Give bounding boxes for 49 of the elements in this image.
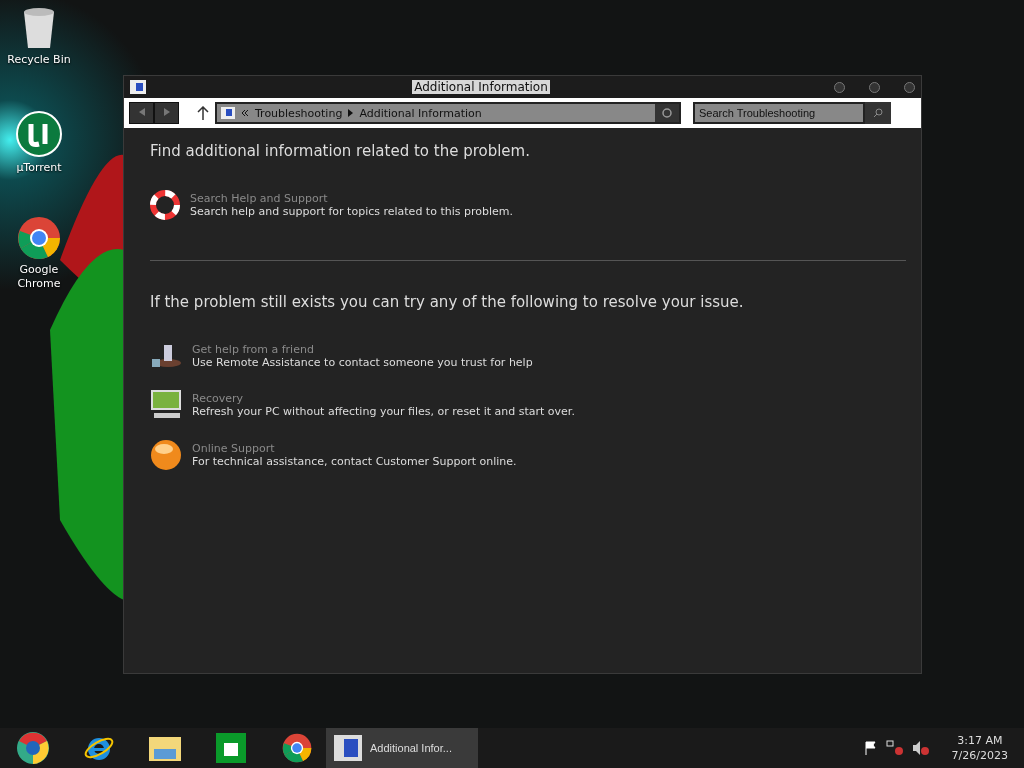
torrent-logo-icon[interactable] xyxy=(15,110,63,158)
up-arrow-icon[interactable] xyxy=(197,106,209,120)
back-button[interactable] xyxy=(129,102,154,124)
search-field[interactable]: Search Troubleshooting xyxy=(693,102,865,124)
refresh-icon xyxy=(662,108,672,118)
search-icon xyxy=(873,108,883,118)
chevrons-icon xyxy=(241,109,249,117)
globe-icon xyxy=(150,439,182,471)
store-icon[interactable] xyxy=(216,733,246,763)
item-title-link[interactable]: Search Help and Support xyxy=(190,192,513,205)
monitor-icon xyxy=(150,389,182,421)
window-control[interactable] xyxy=(834,81,845,93)
window-control[interactable] xyxy=(869,81,880,93)
lifebuoy-icon xyxy=(150,190,180,220)
breadcrumb[interactable]: Troubleshooting xyxy=(255,106,343,120)
item-title-link[interactable]: Recovery xyxy=(192,392,575,405)
item-description: Search help and support for topics related to this problem. xyxy=(190,205,513,218)
item-description: Refresh your PC without affecting your files, or reset it and start over. xyxy=(192,405,575,418)
clock[interactable]: 3:17 AM 7/26/2023 xyxy=(951,733,1008,763)
speaker-icon[interactable] xyxy=(911,740,930,756)
forward-button[interactable] xyxy=(154,102,179,124)
address-bar[interactable]: Troubleshooting Additional Information xyxy=(215,102,681,124)
refresh-button[interactable] xyxy=(655,104,679,122)
app-icon xyxy=(130,80,146,94)
search-button[interactable] xyxy=(865,102,891,124)
item-description: For technical assistance, contact Customer Support online. xyxy=(192,455,517,468)
chromium-icon[interactable] xyxy=(16,731,50,765)
chrome-icon[interactable] xyxy=(282,733,312,763)
desktop-icon-label: Recycle Bin xyxy=(7,53,71,67)
item-title-link[interactable]: Get help from a friend xyxy=(192,343,533,356)
trash-bin-icon[interactable] xyxy=(21,6,57,50)
window-control[interactable] xyxy=(904,81,915,93)
item-description: Use Remote Assistance to contact someone you trust for help xyxy=(192,356,533,369)
app-icon xyxy=(221,107,235,119)
right-arrow-icon xyxy=(162,108,171,116)
left-arrow-icon xyxy=(137,108,146,116)
desktop-icon-label: Google Chrome xyxy=(16,263,62,291)
chevron-icon xyxy=(348,109,354,117)
desktop-icon-label: µTorrent xyxy=(16,161,62,175)
taskbar-button[interactable]: Additional Infor... xyxy=(326,728,478,768)
network-icon[interactable] xyxy=(885,740,904,756)
section-heading: If the problem still exists you can try any of the following to resolve your issue. xyxy=(150,293,745,311)
item-title-link[interactable]: Online Support xyxy=(192,442,517,455)
flag-icon[interactable] xyxy=(863,741,878,755)
window-title: Additional Information xyxy=(412,80,550,94)
chrome-icon[interactable] xyxy=(17,216,61,260)
breadcrumb[interactable]: Additional Information xyxy=(359,106,482,120)
app-icon xyxy=(334,735,362,761)
section-heading: Find additional information related to the problem. xyxy=(150,142,531,160)
